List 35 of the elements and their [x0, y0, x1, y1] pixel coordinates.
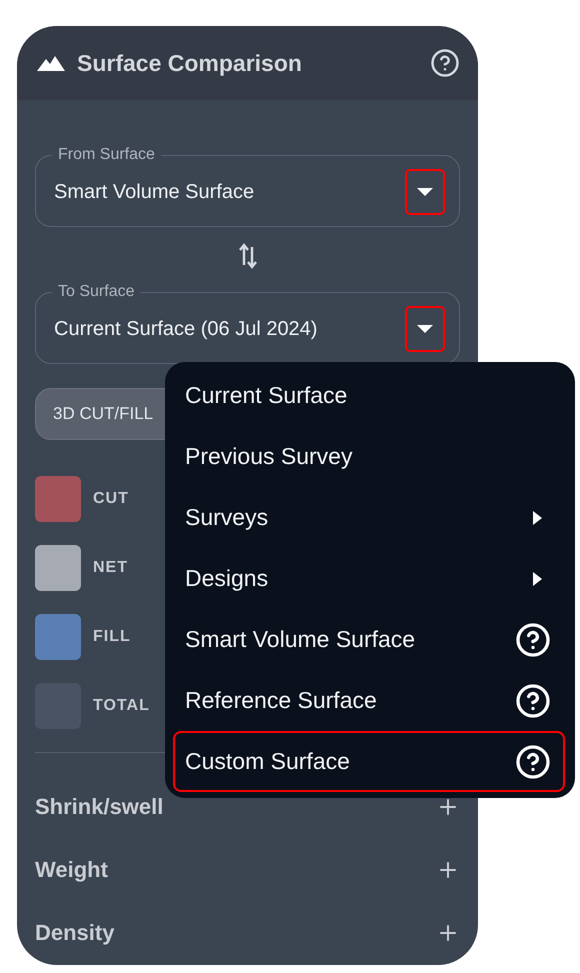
menu-item[interactable]: Custom Surface	[173, 731, 565, 792]
caret-icon	[417, 188, 433, 196]
surface-select[interactable]: From Surface Smart Volume Surface	[35, 146, 460, 227]
menu-item[interactable]: Designs	[173, 548, 565, 609]
menu-item-label: Surveys	[185, 504, 268, 531]
panel-title: Surface Comparison	[77, 50, 303, 76]
submenu-arrow-icon	[533, 572, 543, 586]
field-value: Current Surface (06 Jul 2024)	[54, 318, 318, 340]
help-icon[interactable]	[430, 48, 460, 78]
menu-item[interactable]: Smart Volume Surface	[173, 609, 565, 670]
caret-icon	[417, 324, 433, 334]
mountain-icon	[37, 55, 65, 71]
section-label: Weight	[35, 856, 108, 882]
legend-label: CUT	[93, 490, 129, 508]
legend-label: TOTAL	[93, 697, 150, 715]
legend-label: FILL	[93, 628, 131, 646]
section-label: Shrink/swell	[35, 794, 164, 820]
field-label: From Surface	[57, 146, 156, 164]
menu-item-label: Custom Surface	[185, 748, 350, 775]
dropdown-button[interactable]	[405, 306, 445, 352]
dropdown-button[interactable]	[405, 169, 445, 215]
menu-item-label: Previous Survey	[185, 443, 352, 470]
field-value: Smart Volume Surface	[54, 180, 254, 204]
legend-label: NET	[93, 559, 128, 577]
accordion-row[interactable]: Density	[35, 901, 460, 964]
menu-item-label: Designs	[185, 565, 268, 592]
accordion-row[interactable]: Weight	[35, 838, 460, 901]
submenu-arrow-icon	[533, 510, 543, 524]
menu-item-label: Smart Volume Surface	[185, 626, 416, 653]
menu-item[interactable]: Surveys	[173, 487, 565, 548]
menu-item-label: Reference Surface	[185, 687, 377, 714]
section-label: Density	[35, 920, 114, 946]
menu-item[interactable]: Reference Surface	[173, 670, 565, 731]
field-label: To Surface	[57, 283, 136, 301]
swap-arrows-icon[interactable]	[238, 243, 258, 269]
